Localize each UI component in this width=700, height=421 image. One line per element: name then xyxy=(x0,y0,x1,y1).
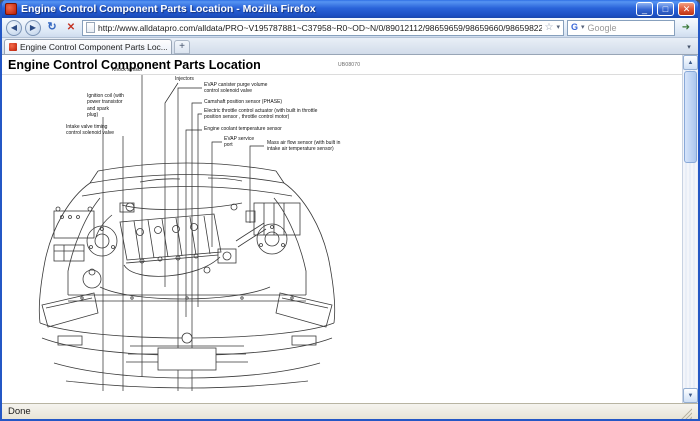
figure-code: UB08070 xyxy=(338,62,360,68)
scrollbar-thumb[interactable] xyxy=(684,71,697,163)
search-engine-dropdown-icon[interactable]: ▾ xyxy=(581,24,585,31)
google-icon: G xyxy=(571,23,578,32)
stop-button[interactable]: ✕ xyxy=(63,20,79,36)
page-body: Engine Control Component Parts Location … xyxy=(2,55,682,403)
content-area: Engine Control Component Parts Location … xyxy=(2,55,698,403)
navigation-toolbar: ◀ ▶ ↻ ✕ http://www.alldatapro.com/alldat… xyxy=(2,18,698,38)
callout-coolant-sensor: Engine coolant temperature sensor xyxy=(204,126,282,132)
scroll-down-icon[interactable]: ▼ xyxy=(683,388,698,403)
callout-camshaft-sensor: Camshaft position sensor (PHASE) xyxy=(204,99,282,105)
callout-knock-sensor: Knock sensor xyxy=(112,67,142,73)
maximize-button[interactable]: □ xyxy=(657,2,674,16)
forward-button[interactable]: ▶ xyxy=(25,20,41,36)
tab-strip: Engine Control Component Parts Loc... + … xyxy=(2,38,698,55)
heading-divider xyxy=(2,74,682,75)
callout-evap-service-port: EVAP service port xyxy=(224,136,254,149)
window-title: Engine Control Component Parts Location … xyxy=(21,3,632,15)
scroll-up-icon[interactable]: ▲ xyxy=(683,55,698,70)
tab-label: Engine Control Component Parts Loc... xyxy=(20,42,167,52)
tab-favicon xyxy=(9,43,17,51)
status-bar: Done xyxy=(2,403,698,419)
callout-intake-valve-timing: Intake valve timing control solenoid val… xyxy=(66,124,114,137)
refresh-button[interactable]: ↻ xyxy=(44,20,60,36)
callout-ignition-coil: Ignition coil (with power transistor and… xyxy=(87,93,124,118)
tab-engine-control[interactable]: Engine Control Component Parts Loc... xyxy=(4,39,172,54)
callout-electric-throttle: Electric throttle control actuator (with… xyxy=(204,108,317,121)
callout-leader-lines xyxy=(103,75,264,391)
search-box[interactable]: G ▾ Google xyxy=(567,20,675,36)
callout-injectors: Injectors xyxy=(175,76,194,82)
bookmark-star-icon[interactable]: ☆ xyxy=(545,23,554,33)
list-all-tabs-icon[interactable]: ▾ xyxy=(682,40,696,54)
callout-mass-air-flow: Mass air flow sensor (with built in inta… xyxy=(267,140,340,153)
engine-bay-components xyxy=(54,203,300,299)
title-bar[interactable]: Engine Control Component Parts Location … xyxy=(2,0,698,18)
back-button[interactable]: ◀ xyxy=(6,20,22,36)
url-dropdown-icon[interactable]: ▾ xyxy=(556,24,560,31)
status-text: Done xyxy=(8,406,680,417)
close-button[interactable]: ✕ xyxy=(678,2,695,16)
minimize-button[interactable]: _ xyxy=(636,2,653,16)
search-placeholder: Google xyxy=(588,23,671,33)
new-tab-button[interactable]: + xyxy=(174,40,190,54)
page-favicon xyxy=(86,22,95,33)
callout-evap-canister: EVAP canister purge volume control solen… xyxy=(204,82,267,95)
url-bar[interactable]: http://www.alldatapro.com/alldata/PRO~V1… xyxy=(82,20,564,36)
browser-window: Engine Control Component Parts Location … xyxy=(0,0,700,421)
vertical-scrollbar[interactable]: ▲ ▼ xyxy=(682,55,698,403)
window-icon xyxy=(5,3,17,15)
url-text: http://www.alldatapro.com/alldata/PRO~V1… xyxy=(98,23,542,33)
resize-grip[interactable] xyxy=(680,407,692,419)
go-button[interactable]: ➜ xyxy=(678,20,694,36)
